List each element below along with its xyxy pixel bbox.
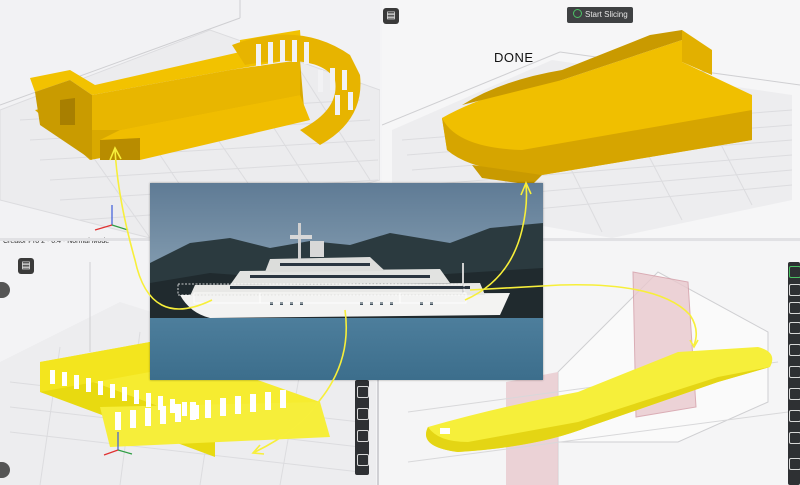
move-icon[interactable] bbox=[789, 284, 800, 296]
layers-icon[interactable] bbox=[789, 432, 800, 444]
link-icon[interactable] bbox=[789, 458, 800, 470]
yacht-reference-photo bbox=[150, 183, 543, 380]
settings-icon[interactable] bbox=[789, 410, 800, 422]
yacht-image bbox=[150, 183, 543, 380]
mirror-icon[interactable] bbox=[789, 344, 800, 356]
support-icon-mid[interactable] bbox=[357, 408, 369, 420]
file-icon[interactable]: ▤ bbox=[383, 8, 399, 24]
play-circle-icon bbox=[573, 9, 582, 18]
right-toolbar bbox=[788, 262, 800, 485]
status-text: DONE bbox=[494, 50, 534, 65]
cube-icon[interactable] bbox=[357, 386, 369, 398]
start-slicing-button[interactable]: Start Slicing bbox=[567, 7, 633, 23]
file-icon-bl[interactable]: ▤ bbox=[18, 258, 34, 274]
cut-icon[interactable] bbox=[789, 366, 800, 378]
view-icon[interactable] bbox=[789, 266, 800, 278]
middle-toolbar bbox=[355, 380, 369, 475]
settings-icon-mid[interactable] bbox=[357, 430, 369, 442]
scale-icon[interactable] bbox=[789, 322, 800, 334]
support-icon[interactable] bbox=[789, 388, 800, 400]
rotate-icon[interactable] bbox=[789, 302, 800, 314]
link-icon-mid[interactable] bbox=[357, 454, 369, 466]
